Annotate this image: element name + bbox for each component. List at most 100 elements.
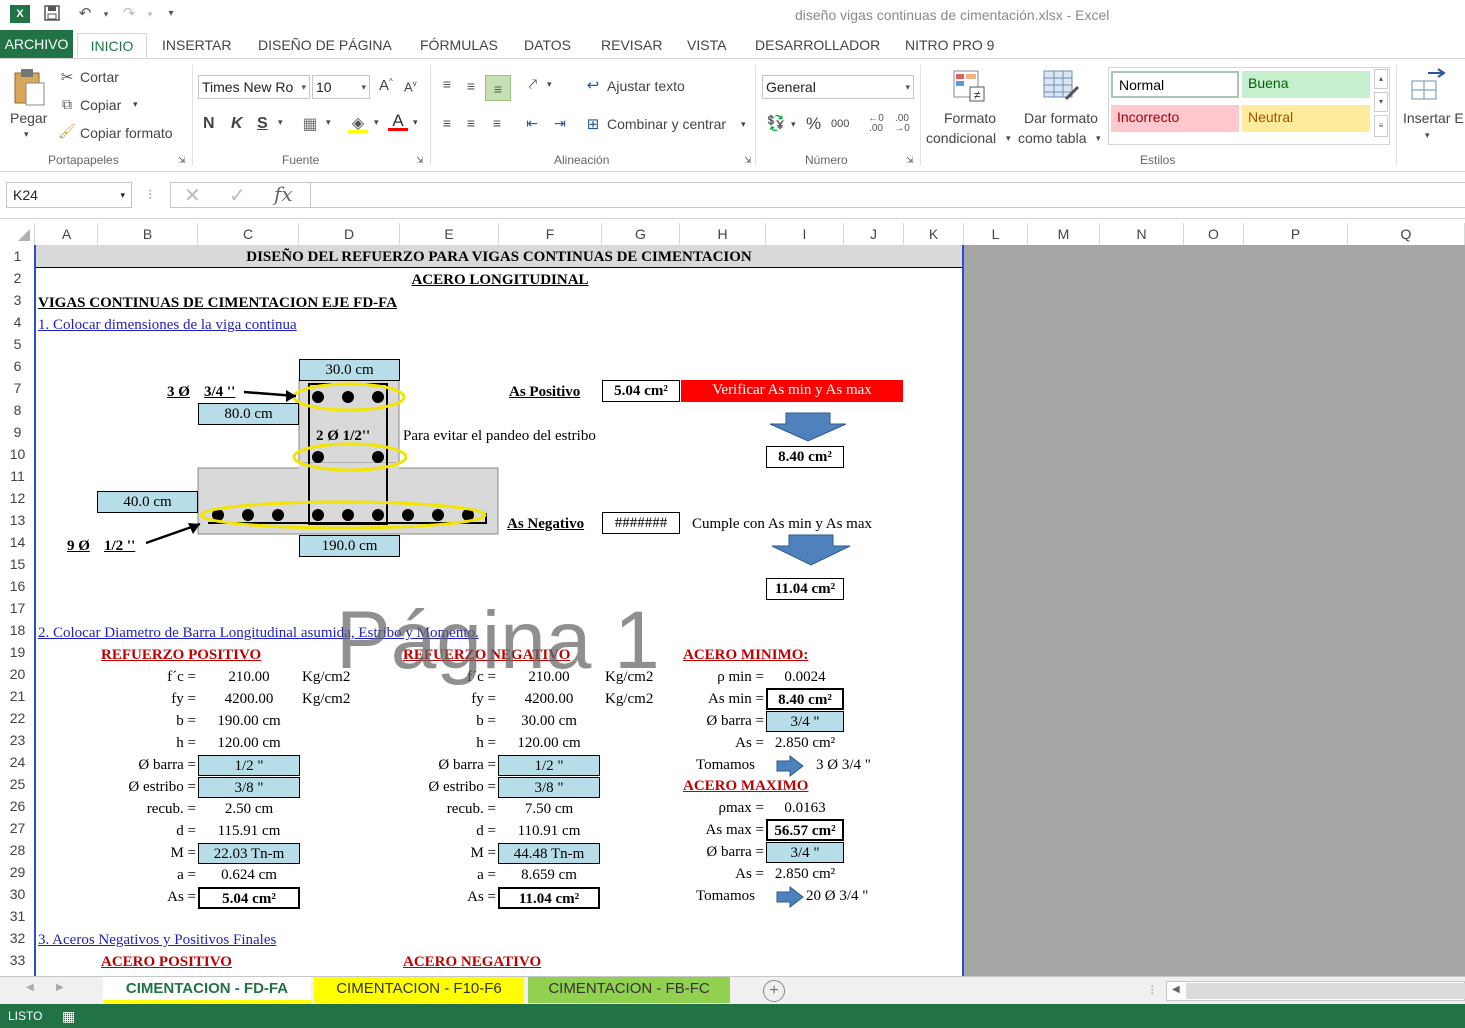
- neg-m-value[interactable]: 44.48 Tn-m: [498, 843, 600, 864]
- column-header[interactable]: G: [602, 223, 680, 245]
- cut-button[interactable]: Cortar: [80, 69, 119, 85]
- insert-function-icon[interactable]: fx: [274, 182, 293, 206]
- gallery-down-icon[interactable]: ▾: [1374, 92, 1388, 112]
- tab-archivo[interactable]: ARCHIVO: [0, 30, 73, 58]
- column-header[interactable]: L: [964, 223, 1028, 245]
- redo-dropdown-icon[interactable]: ▾: [141, 5, 159, 23]
- increase-indent-icon[interactable]: ⇥: [550, 115, 570, 132]
- font-color-dropdown-icon[interactable]: ▾: [413, 117, 418, 128]
- column-header[interactable]: C: [198, 223, 299, 245]
- font-size-combo[interactable]: 10 ▾: [312, 75, 370, 99]
- table-format-label-1[interactable]: Dar formato: [1018, 110, 1104, 126]
- merge-dropdown-icon[interactable]: ▾: [741, 119, 746, 130]
- select-all-corner[interactable]: [0, 223, 35, 245]
- sheet-tab-f10-f6[interactable]: CIMENTACION - F10-F6: [314, 977, 524, 1003]
- pos-bar-value[interactable]: 1/2 ": [198, 755, 300, 776]
- decrease-indent-icon[interactable]: ⇤: [522, 115, 542, 132]
- underline-button[interactable]: S: [257, 115, 268, 133]
- undo-icon[interactable]: ↶: [76, 5, 94, 23]
- scroll-left-arrow-icon[interactable]: ◀: [1172, 984, 1180, 995]
- font-launcher-icon[interactable]: ⇲: [416, 155, 424, 166]
- copy-button[interactable]: Copiar: [80, 97, 121, 113]
- fill-color-dropdown-icon[interactable]: ▾: [374, 117, 379, 128]
- min-bar-value[interactable]: 3/4 ": [766, 711, 844, 732]
- decrease-decimal-icon[interactable]: .00 →0: [892, 114, 912, 134]
- clipboard-launcher-icon[interactable]: ⇲: [178, 155, 186, 166]
- tab-insertar[interactable]: INSERTAR: [154, 33, 240, 58]
- column-header[interactable]: D: [299, 223, 400, 245]
- bold-button[interactable]: N: [203, 115, 215, 133]
- scroll-right-icon[interactable]: ▶: [56, 982, 64, 993]
- currency-icon[interactable]: 💱: [765, 114, 787, 132]
- copy-dropdown-icon[interactable]: ▾: [133, 99, 138, 110]
- font-color-icon[interactable]: A: [388, 111, 408, 131]
- align-bottom-icon[interactable]: ≡: [485, 75, 511, 101]
- column-header[interactable]: B: [98, 223, 198, 245]
- insert-dropdown-icon[interactable]: ▾: [1425, 130, 1430, 141]
- sheet-tab-fb-fc[interactable]: CIMENTACION - FB-FC: [528, 977, 730, 1003]
- max-bar-value[interactable]: 3/4 ": [766, 842, 844, 863]
- pos-est-value[interactable]: 3/8 ": [198, 777, 300, 798]
- underline-dropdown-icon[interactable]: ▾: [278, 117, 283, 128]
- increase-decimal-icon[interactable]: ←0.00: [866, 114, 886, 134]
- pos-m-value[interactable]: 22.03 Tn-m: [198, 843, 300, 864]
- undo-dropdown-icon[interactable]: ▾: [97, 5, 115, 23]
- paste-dropdown-icon[interactable]: ▾: [24, 129, 29, 140]
- percent-button[interactable]: %: [806, 114, 821, 134]
- style-normal[interactable]: Normal: [1111, 71, 1239, 98]
- style-buena[interactable]: Buena: [1242, 71, 1370, 98]
- column-header[interactable]: H: [680, 223, 766, 245]
- align-left-icon[interactable]: ≡: [438, 115, 456, 131]
- worksheet-grid[interactable]: ABCDEFGHIJKLMNOPQ 1 2 3 4 5 6 7 8 9 10 11 12 13 14 15 1…: [0, 218, 1465, 978]
- tab-revisar[interactable]: REVISAR: [593, 33, 670, 58]
- align-center-icon[interactable]: ≡: [462, 115, 480, 131]
- wrap-text-button[interactable]: Ajustar texto: [607, 78, 685, 94]
- tab-diseno-pagina[interactable]: DISEÑO DE PÁGINA: [250, 33, 400, 58]
- column-header[interactable]: O: [1184, 223, 1244, 245]
- tab-vista[interactable]: VISTA: [679, 33, 734, 58]
- decrease-font-icon[interactable]: Av: [404, 79, 417, 94]
- alignment-launcher-icon[interactable]: ⇲: [744, 155, 752, 166]
- number-format-combo[interactable]: General ▾: [762, 75, 914, 99]
- merge-center-button[interactable]: Combinar y centrar: [607, 116, 726, 132]
- style-incorrecto[interactable]: Incorrecto: [1111, 105, 1239, 132]
- font-name-combo[interactable]: Times New Ro ▾: [198, 75, 310, 99]
- macro-record-icon[interactable]: ▦: [62, 1004, 75, 1028]
- currency-dropdown-icon[interactable]: ▾: [791, 119, 796, 130]
- gallery-up-icon[interactable]: ▴: [1374, 69, 1388, 89]
- column-header[interactable]: K: [904, 223, 964, 245]
- table-format-label-2[interactable]: como tabla: [1018, 130, 1086, 146]
- insert-cells-button[interactable]: Insertar E: [1403, 110, 1464, 126]
- number-launcher-icon[interactable]: ⇲: [906, 155, 914, 166]
- column-header[interactable]: P: [1244, 223, 1348, 245]
- new-sheet-icon[interactable]: +: [763, 980, 785, 1002]
- format-painter-button[interactable]: Copiar formato: [80, 125, 173, 141]
- sheet-tab-fd-fa[interactable]: CIMENTACION - FD-FA: [103, 977, 311, 1003]
- thousands-button[interactable]: 000: [831, 118, 849, 130]
- save-icon[interactable]: [43, 5, 61, 23]
- paste-icon[interactable]: [12, 67, 46, 107]
- name-box[interactable]: K24 ▾: [6, 182, 132, 208]
- align-top-icon[interactable]: ≡: [438, 76, 456, 92]
- tab-nitro-pro[interactable]: NITRO PRO 9: [897, 33, 1002, 58]
- column-header[interactable]: A: [36, 223, 98, 245]
- column-header[interactable]: Q: [1348, 223, 1465, 245]
- style-neutral[interactable]: Neutral: [1242, 105, 1370, 132]
- orientation-icon[interactable]: ⤤: [522, 76, 544, 93]
- cond-format-dropdown-icon[interactable]: ▾: [1006, 133, 1011, 144]
- italic-button[interactable]: K: [231, 115, 243, 133]
- column-header[interactable]: N: [1100, 223, 1184, 245]
- tab-inicio[interactable]: INICIO: [77, 33, 147, 58]
- column-header[interactable]: I: [766, 223, 844, 245]
- column-header[interactable]: E: [400, 223, 499, 245]
- tab-desarrollador[interactable]: DESARROLLADOR: [747, 33, 888, 58]
- formula-input[interactable]: [310, 182, 1465, 208]
- cond-format-label-2[interactable]: condicional: [926, 130, 996, 146]
- gallery-more-icon[interactable]: ≡: [1374, 115, 1388, 137]
- column-header[interactable]: F: [499, 223, 602, 245]
- column-header[interactable]: J: [844, 223, 904, 245]
- table-format-dropdown-icon[interactable]: ▾: [1096, 133, 1101, 144]
- scroll-left-icon[interactable]: ◀: [26, 982, 34, 993]
- orientation-dropdown-icon[interactable]: ▾: [547, 79, 552, 90]
- neg-bar-value[interactable]: 1/2 ": [498, 755, 600, 776]
